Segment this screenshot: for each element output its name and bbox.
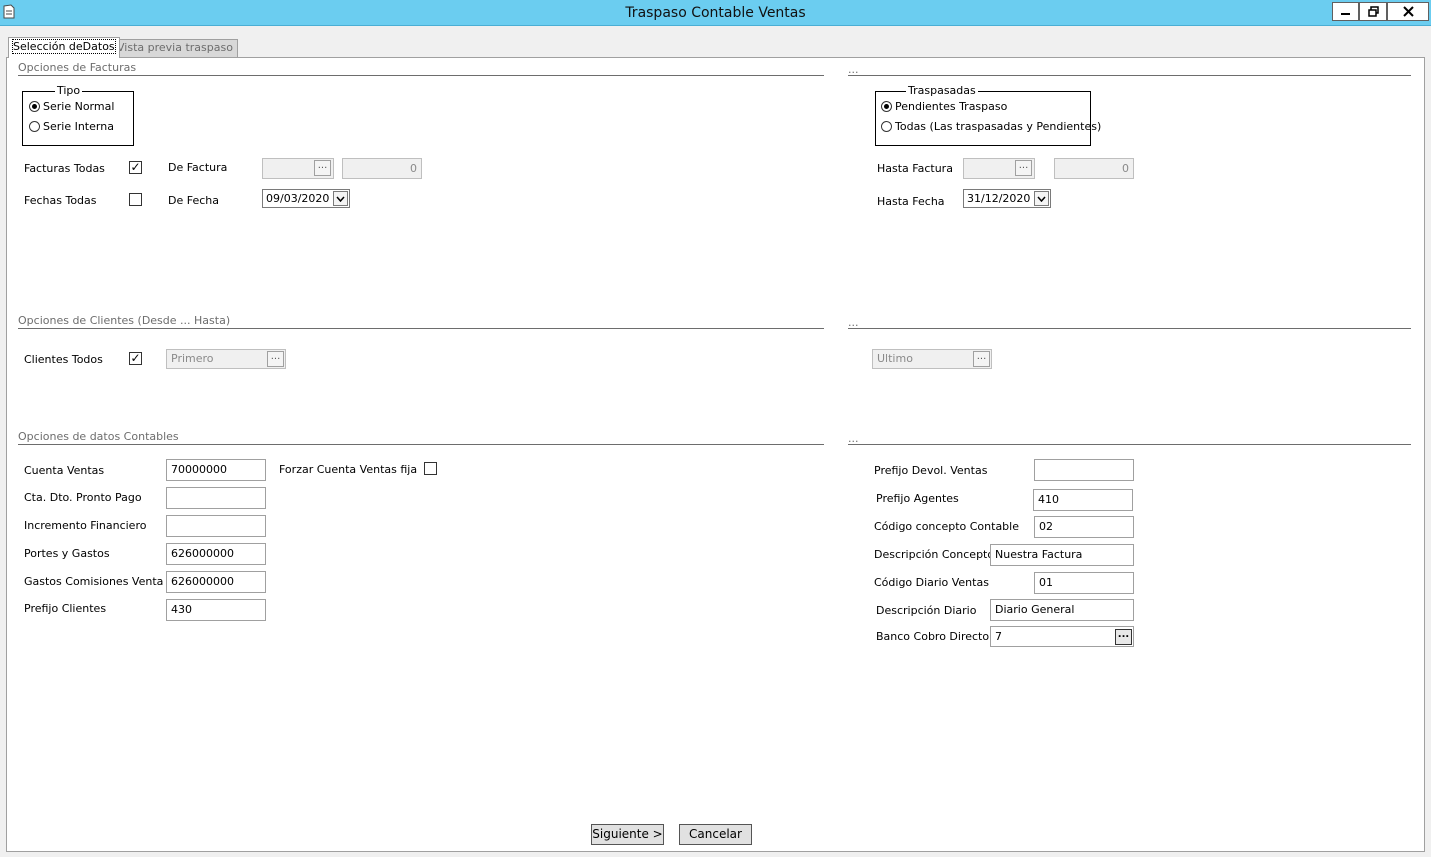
hasta-factura-label: Hasta Factura — [877, 162, 953, 175]
prefijo-devol-ventas-label: Prefijo Devol. Ventas — [874, 464, 988, 477]
codigo-concepto-contable-label: Código concepto Contable — [874, 520, 1019, 533]
siguiente-button[interactable]: Siguiente > — [591, 824, 664, 845]
de-factura-label: De Factura — [168, 161, 228, 174]
descripcion-concepto-input[interactable]: Nuestra Factura — [990, 544, 1134, 566]
tipo-group-title: Tipo — [55, 84, 83, 97]
hasta-factura-numero-input[interactable]: 0 — [1054, 158, 1134, 179]
tab-vista-previa[interactable]: Vista previa traspaso — [112, 39, 238, 57]
restore-icon — [1367, 6, 1379, 17]
radio-label: Serie Interna — [43, 120, 114, 133]
codigo-concepto-contable-input[interactable]: 02 — [1034, 516, 1134, 538]
section-title-clientes: Opciones de Clientes (Desde ... Hasta) — [18, 314, 231, 327]
window-title: Traspaso Contable Ventas — [625, 5, 806, 21]
traspasadas-group-title: Traspasadas — [906, 84, 978, 97]
gastos-comisiones-venta-input[interactable]: 626000000 — [166, 571, 266, 593]
radio-pendientes-traspaso[interactable]: Pendientes Traspaso — [881, 100, 1007, 113]
banco-cobro-directo-browse-button[interactable]: ... — [1115, 629, 1132, 645]
prefijo-agentes-input[interactable]: 410 — [1033, 489, 1133, 511]
section-divider — [18, 75, 824, 76]
incremento-financiero-label: Incremento Financiero — [24, 519, 147, 532]
chevron-down-icon[interactable] — [333, 191, 348, 206]
radio-label: Pendientes Traspaso — [895, 100, 1008, 113]
check-icon: ✓ — [130, 351, 141, 365]
prefijo-clientes-label: Prefijo Clientes — [24, 602, 107, 615]
cuenta-ventas-input[interactable]: 70000000 — [166, 459, 266, 481]
section-title-contables: Opciones de datos Contables — [18, 430, 179, 443]
title-bar[interactable]: Traspaso Contable Ventas — [0, 0, 1431, 26]
banco-cobro-directo-label: Banco Cobro Directo — [876, 630, 990, 643]
descripcion-diario-label: Descripción Diario — [876, 604, 977, 617]
descripcion-diario-input[interactable]: Diario General — [990, 599, 1134, 621]
hasta-factura-browse-button[interactable]: ... — [1015, 160, 1032, 176]
cancelar-button[interactable]: Cancelar — [679, 824, 752, 845]
clientes-todos-label: Clientes Todos — [24, 353, 103, 366]
prefijo-agentes-label: Prefijo Agentes — [876, 492, 959, 505]
de-factura-browse-button[interactable]: ... — [314, 160, 331, 176]
cta-dto-pronto-pago-label: Cta. Dto. Pronto Pago — [24, 491, 142, 504]
cliente-primero-browse-button[interactable]: ... — [267, 351, 284, 367]
incremento-financiero-input[interactable] — [166, 515, 266, 537]
close-icon — [1402, 6, 1414, 17]
radio-indicator[interactable] — [29, 101, 40, 112]
restore-button[interactable] — [1359, 2, 1387, 21]
tab-label: Selección deDatos — [12, 39, 116, 54]
minimize-icon — [1341, 13, 1350, 15]
prefijo-devol-ventas-input[interactable] — [1034, 459, 1134, 481]
radio-indicator[interactable] — [881, 121, 892, 132]
section-divider — [18, 444, 824, 445]
cuenta-ventas-label: Cuenta Ventas — [24, 464, 105, 477]
section-divider — [18, 328, 824, 329]
clientes-todos-checkbox[interactable]: ✓ — [129, 352, 142, 365]
facturas-todas-label: Facturas Todas — [24, 162, 105, 175]
section-divider — [848, 444, 1411, 445]
de-fecha-label: De Fecha — [168, 194, 219, 207]
cta-dto-pronto-pago-input[interactable] — [166, 487, 266, 509]
cliente-ultimo-browse-button[interactable]: ... — [973, 351, 990, 367]
section-divider — [848, 75, 1411, 76]
fechas-todas-checkbox[interactable] — [129, 193, 142, 206]
radio-indicator[interactable] — [29, 121, 40, 132]
main-panel — [6, 57, 1425, 852]
radio-todas[interactable]: Todas (Las traspasadas y Pendientes) — [881, 120, 1101, 133]
close-button[interactable] — [1387, 2, 1429, 21]
check-icon: ✓ — [130, 160, 141, 174]
forzar-cuenta-ventas-checkbox[interactable] — [424, 462, 437, 475]
tab-label: Vista previa traspaso — [117, 41, 233, 54]
forzar-cuenta-ventas-label: Forzar Cuenta Ventas fija — [279, 463, 418, 476]
fechas-todas-label: Fechas Todas — [24, 194, 97, 207]
section-divider — [848, 328, 1411, 329]
banco-cobro-directo-input[interactable]: 7 — [990, 626, 1134, 647]
de-fecha-value: 09/03/2020 — [266, 192, 330, 205]
hasta-fecha-picker[interactable]: 31/12/2020 — [963, 189, 1051, 208]
hasta-fecha-value: 31/12/2020 — [967, 192, 1031, 205]
descripcion-concepto-label: Descripción Concepto — [874, 548, 995, 561]
portes-y-gastos-input[interactable]: 626000000 — [166, 543, 266, 565]
radio-label: Serie Normal — [43, 100, 115, 113]
radio-serie-interna[interactable]: Serie Interna — [29, 120, 114, 133]
facturas-todas-checkbox[interactable]: ✓ — [129, 161, 142, 174]
radio-label: Todas (Las traspasadas y Pendientes) — [895, 120, 1102, 133]
chevron-down-icon[interactable] — [1034, 191, 1049, 206]
hasta-fecha-label: Hasta Fecha — [877, 195, 945, 208]
codigo-diario-ventas-label: Código Diario Ventas — [874, 576, 989, 589]
codigo-diario-ventas-input[interactable]: 01 — [1034, 572, 1134, 594]
radio-serie-normal[interactable]: Serie Normal — [29, 100, 114, 113]
prefijo-clientes-input[interactable]: 430 — [166, 599, 266, 621]
portes-y-gastos-label: Portes y Gastos — [24, 547, 110, 560]
tab-seleccion-datos[interactable]: Selección deDatos — [8, 37, 120, 58]
minimize-button[interactable] — [1332, 2, 1359, 21]
section-title-facturas: Opciones de Facturas — [18, 61, 137, 74]
gastos-comisiones-venta-label: Gastos Comisiones Venta — [24, 575, 164, 588]
radio-indicator[interactable] — [881, 101, 892, 112]
de-fecha-picker[interactable]: 09/03/2020 — [262, 189, 350, 208]
de-factura-numero-input[interactable]: 0 — [342, 158, 422, 179]
